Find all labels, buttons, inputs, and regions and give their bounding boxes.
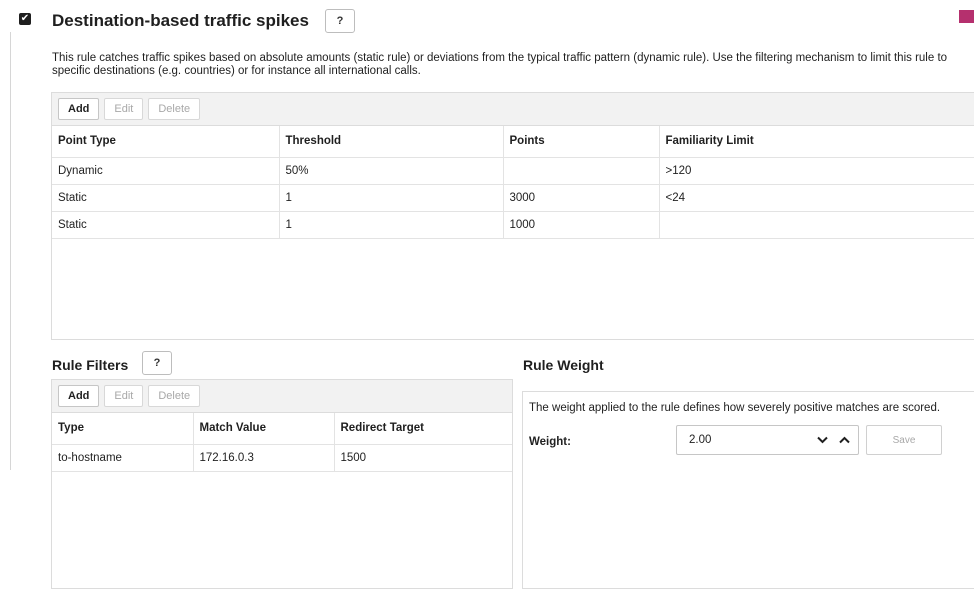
table-cell: 1 <box>279 211 504 239</box>
filters-table-header: Type Match Value Redirect Target <box>52 413 512 445</box>
page-title: Destination-based traffic spikes <box>52 11 309 30</box>
table-cell <box>659 211 974 239</box>
weight-label: Weight: <box>529 436 571 448</box>
table-cell: Static <box>52 211 280 239</box>
weight-input[interactable] <box>689 431 799 449</box>
rule-filters-title: Rule Filters <box>52 357 129 373</box>
table-row[interactable]: Dynamic 50% >120 <box>52 157 974 185</box>
points-table-header: Point Type Threshold Points Familiarity … <box>52 126 974 158</box>
table-cell: <24 <box>659 184 974 212</box>
status-accent-marker <box>959 10 974 23</box>
column-header-redirect-target[interactable]: Redirect Target <box>334 413 512 445</box>
table-cell: 3000 <box>503 184 660 212</box>
rule-weight-panel: The weight applied to the rule defines h… <box>522 391 974 589</box>
rule-description: This rule catches traffic spikes based o… <box>52 52 948 77</box>
table-cell: 1000 <box>503 211 660 239</box>
table-row[interactable]: Static 1 3000 <24 <box>52 184 974 212</box>
rule-help-button[interactable]: ? <box>325 9 355 33</box>
rule-filters-table: Type Match Value Redirect Target to-host… <box>52 413 512 472</box>
points-add-button[interactable]: Add <box>58 98 100 120</box>
rule-enabled-checkbox[interactable]: ✔ <box>19 13 31 25</box>
rule-weight-description: The weight applied to the rule defines h… <box>529 402 941 414</box>
filters-add-button[interactable]: Add <box>58 385 100 407</box>
points-toolbar: Add Edit Delete <box>52 93 974 126</box>
rule-filters-help-button[interactable]: ? <box>142 351 172 375</box>
column-header-match-value[interactable]: Match Value <box>193 413 335 445</box>
table-cell: 1500 <box>334 444 512 472</box>
column-header-point-type[interactable]: Point Type <box>52 126 280 158</box>
table-row[interactable]: Static 1 1000 <box>52 211 974 239</box>
chevron-up-icon[interactable] <box>837 434 851 448</box>
table-cell: 1 <box>279 184 504 212</box>
filters-toolbar: Add Edit Delete <box>52 380 512 413</box>
points-table-panel: Add Edit Delete Point Type Threshold Poi… <box>51 92 974 340</box>
table-cell: Static <box>52 184 280 212</box>
column-header-points[interactable]: Points <box>503 126 660 158</box>
filters-delete-button[interactable]: Delete <box>148 385 201 407</box>
weight-stepper[interactable] <box>676 425 859 455</box>
table-cell: 50% <box>279 157 504 185</box>
table-cell: to-hostname <box>52 444 194 472</box>
column-header-familiarity-limit[interactable]: Familiarity Limit <box>659 126 974 158</box>
table-cell <box>503 157 660 185</box>
rule-weight-title: Rule Weight <box>523 357 604 373</box>
column-header-threshold[interactable]: Threshold <box>279 126 504 158</box>
points-edit-button[interactable]: Edit <box>104 98 144 120</box>
table-cell: 172.16.0.3 <box>193 444 335 472</box>
chevron-down-icon[interactable] <box>815 434 829 448</box>
column-header-type[interactable]: Type <box>52 413 194 445</box>
save-weight-button[interactable]: Save <box>866 425 942 455</box>
points-table: Point Type Threshold Points Familiarity … <box>52 126 974 239</box>
points-delete-button[interactable]: Delete <box>148 98 201 120</box>
left-divider <box>10 32 11 470</box>
rule-filters-panel: Add Edit Delete Type Match Value Redirec… <box>51 379 513 589</box>
filters-edit-button[interactable]: Edit <box>104 385 144 407</box>
table-row[interactable]: to-hostname 172.16.0.3 1500 <box>52 444 512 472</box>
table-cell: Dynamic <box>52 157 280 185</box>
table-cell: >120 <box>659 157 974 185</box>
